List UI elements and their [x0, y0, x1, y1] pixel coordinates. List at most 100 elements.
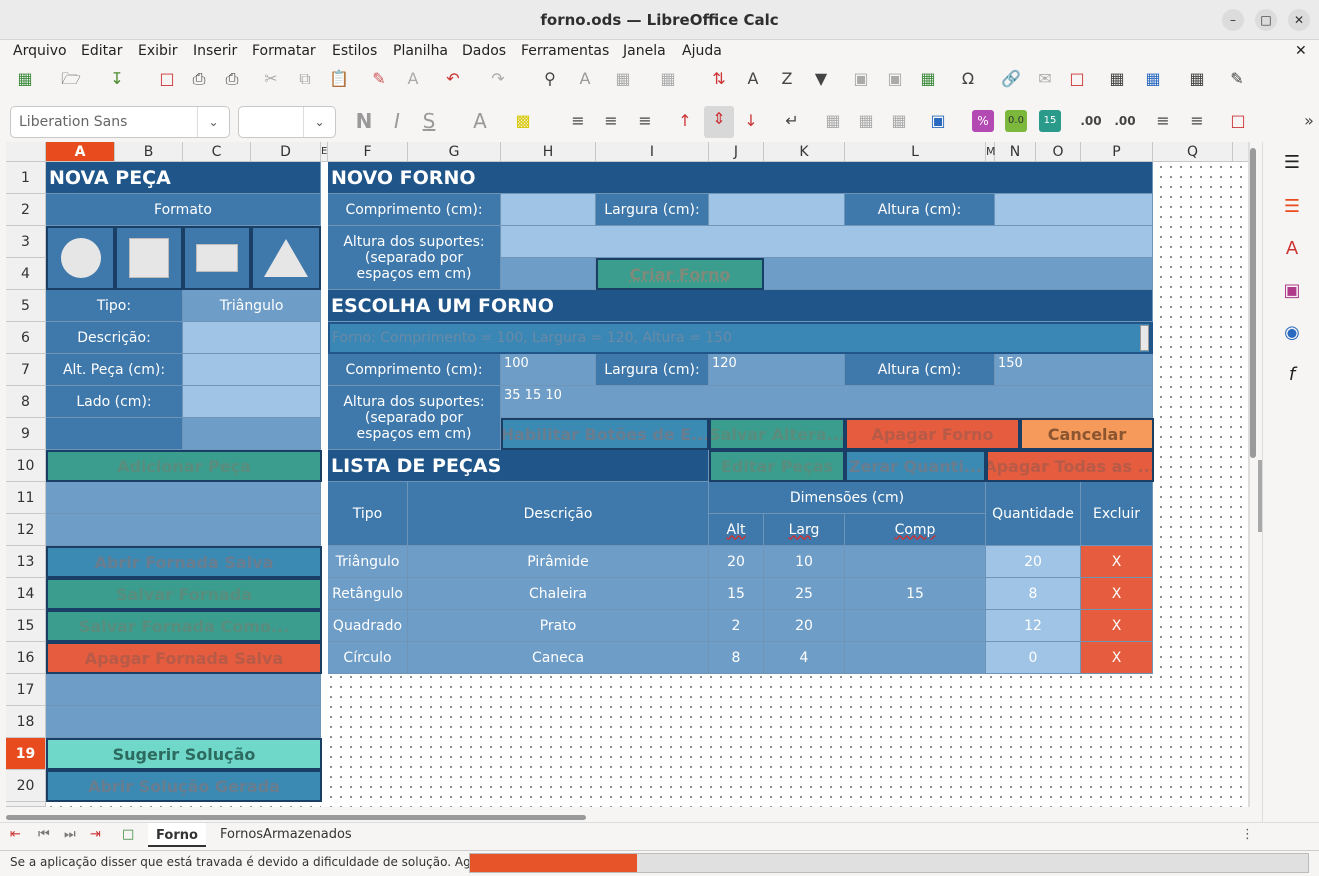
tab-resize-handle[interactable]: ⋮ — [1241, 827, 1254, 842]
row-header[interactable]: 17 — [6, 674, 46, 706]
autofilter-icon[interactable]: ▼ — [808, 66, 834, 92]
table-cell-tipo[interactable]: Círculo — [328, 642, 408, 674]
shape-square-button[interactable] — [115, 226, 183, 290]
functions-icon[interactable]: f — [1279, 362, 1305, 388]
table-cell-tipo[interactable]: Triângulo — [328, 546, 408, 578]
align-left-icon[interactable]: ≡ — [565, 108, 591, 134]
add-decimal-icon[interactable]: .00 — [1078, 108, 1104, 134]
sort-descending-icon[interactable]: Z — [774, 66, 800, 92]
print-preview-icon[interactable]: ⎙ — [219, 66, 245, 92]
export-pdf-icon[interactable]: □ — [154, 66, 180, 92]
table-cell-descricao[interactable]: Chaleira — [408, 578, 709, 610]
table-cell-tipo[interactable]: Retângulo — [328, 578, 408, 610]
apagar-forno-button[interactable]: Apagar Forno — [845, 418, 1020, 450]
next-sheet-icon[interactable]: ⏭ — [64, 827, 76, 842]
add-sheet-icon[interactable]: □ — [122, 827, 134, 842]
percent-icon[interactable]: % — [972, 110, 994, 132]
shape-rectangle-button[interactable] — [183, 226, 251, 290]
comment-icon[interactable]: ✉ — [1032, 66, 1058, 92]
spelling-icon[interactable]: A — [572, 66, 598, 92]
column-header[interactable]: N — [995, 142, 1036, 162]
editar-pecas-button[interactable]: Editar Peças — [709, 450, 845, 482]
menu-dados[interactable]: Dados — [462, 43, 506, 59]
horizontal-scrollbar-thumb[interactable] — [6, 815, 586, 820]
salvar-alteracoes-button[interactable]: Salvar Altera... — [709, 418, 845, 450]
column-header[interactable]: M — [986, 142, 996, 162]
row-header[interactable]: 3 — [6, 226, 46, 258]
row-icon[interactable]: ▦ — [610, 66, 636, 92]
descricao-input[interactable] — [183, 322, 321, 354]
table-cell-excluir[interactable]: X — [1081, 546, 1153, 578]
row-header[interactable]: 7 — [6, 354, 46, 386]
escolha-largura-value[interactable]: 120 — [709, 354, 845, 386]
print-icon[interactable]: ⎙ — [186, 66, 212, 92]
navigator-icon[interactable]: ◉ — [1279, 320, 1305, 346]
row-header[interactable]: 13 — [6, 546, 46, 578]
row-header[interactable]: 12 — [6, 514, 46, 546]
habilitar-botoes-button[interactable]: Habilitar Botões de E... — [501, 418, 709, 450]
font-size-combo[interactable]: ⌄ — [238, 106, 336, 138]
first-sheet-icon[interactable]: ⇤ — [10, 827, 21, 842]
cut-icon[interactable]: ✂ — [258, 66, 284, 92]
escolha-comprimento-value[interactable]: 100 — [501, 354, 596, 386]
align-top-icon[interactable]: ↑ — [672, 108, 698, 134]
column-header[interactable]: C — [183, 142, 251, 162]
row-header[interactable]: 20 — [6, 770, 46, 802]
previous-sheet-icon[interactable]: ⏮ — [38, 827, 50, 842]
new-document-icon[interactable]: ▦ — [12, 66, 38, 92]
redo-icon[interactable]: ↷ — [485, 66, 511, 92]
align-center-icon[interactable]: ≡ — [598, 108, 624, 134]
escolha-altura-value[interactable]: 150 — [995, 354, 1153, 386]
properties-icon[interactable]: ☰ — [1279, 194, 1305, 220]
hyperlink-icon[interactable]: 🔗 — [998, 66, 1024, 92]
center-vertically-icon[interactable]: ⇕ — [704, 106, 734, 138]
row-header[interactable]: 4 — [6, 258, 46, 290]
table-cell-quantidade[interactable]: 20 — [986, 546, 1081, 578]
find-replace-icon[interactable]: ⚲ — [537, 66, 563, 92]
table-cell-descricao[interactable]: Caneca — [408, 642, 709, 674]
close-window-button[interactable]: ✕ — [1288, 9, 1310, 31]
forno-select-dropdown-button[interactable] — [1140, 325, 1149, 351]
open-folder-icon[interactable]: 🗁 — [58, 66, 84, 92]
table-cell-quantidade[interactable]: 0 — [986, 642, 1081, 674]
paste-icon[interactable]: 📋 — [326, 66, 352, 92]
row-header[interactable]: 8 — [6, 386, 46, 418]
column-icon[interactable]: ▦ — [655, 66, 681, 92]
show-draw-functions-icon[interactable]: ✎ — [1224, 66, 1250, 92]
row-header[interactable]: 5 — [6, 290, 46, 322]
merge-center-icon[interactable]: ▦ — [853, 108, 879, 134]
column-header[interactable]: D — [251, 142, 321, 162]
cancelar-button[interactable]: Cancelar — [1020, 418, 1154, 450]
column-header[interactable]: E — [321, 142, 328, 162]
lado-input[interactable] — [183, 386, 321, 418]
shape-triangle-button[interactable] — [251, 226, 321, 290]
align-bottom-icon[interactable]: ↓ — [738, 108, 764, 134]
zerar-quantidades-button[interactable]: Zerar Quanti... — [845, 450, 986, 482]
salvar-fornada-button[interactable]: Salvar Fornada — [46, 578, 322, 610]
menu-exibir[interactable]: Exibir — [138, 43, 178, 59]
delete-decimal-icon[interactable]: .00 — [1112, 108, 1138, 134]
criar-forno-button[interactable]: Criar Forno — [596, 258, 764, 290]
novo-comprimento-input[interactable] — [501, 194, 596, 226]
chevron-down-icon[interactable]: ⌄ — [303, 107, 335, 137]
decrease-indent-icon[interactable]: ≡ — [1184, 108, 1210, 134]
minimize-button[interactable]: – — [1222, 9, 1244, 31]
table-cell-comp[interactable] — [845, 546, 986, 578]
menu-ferramentas[interactable]: Ferramentas — [521, 43, 609, 59]
column-header[interactable]: J — [709, 142, 764, 162]
novo-largura-input[interactable] — [709, 194, 845, 226]
row-header[interactable]: 14 — [6, 578, 46, 610]
row-header[interactable]: 16 — [6, 642, 46, 674]
currency-icon[interactable]: ▣ — [925, 108, 951, 134]
freeze-rows-icon[interactable]: ▦ — [1140, 66, 1166, 92]
define-print-area-icon[interactable]: ▦ — [1104, 66, 1130, 92]
menu-estilos[interactable]: Estilos — [332, 43, 377, 59]
adicionar-peca-button[interactable]: Adicionar Peça — [46, 450, 322, 482]
row-header[interactable]: 15 — [6, 610, 46, 642]
novo-suportes-input[interactable] — [501, 226, 1153, 258]
font-color-icon[interactable]: A — [467, 108, 493, 134]
vertical-scrollbar-thumb[interactable] — [1250, 148, 1256, 458]
shape-circle-button[interactable] — [46, 226, 115, 290]
underline-icon[interactable]: S — [416, 108, 442, 134]
table-cell-quantidade[interactable]: 8 — [986, 578, 1081, 610]
